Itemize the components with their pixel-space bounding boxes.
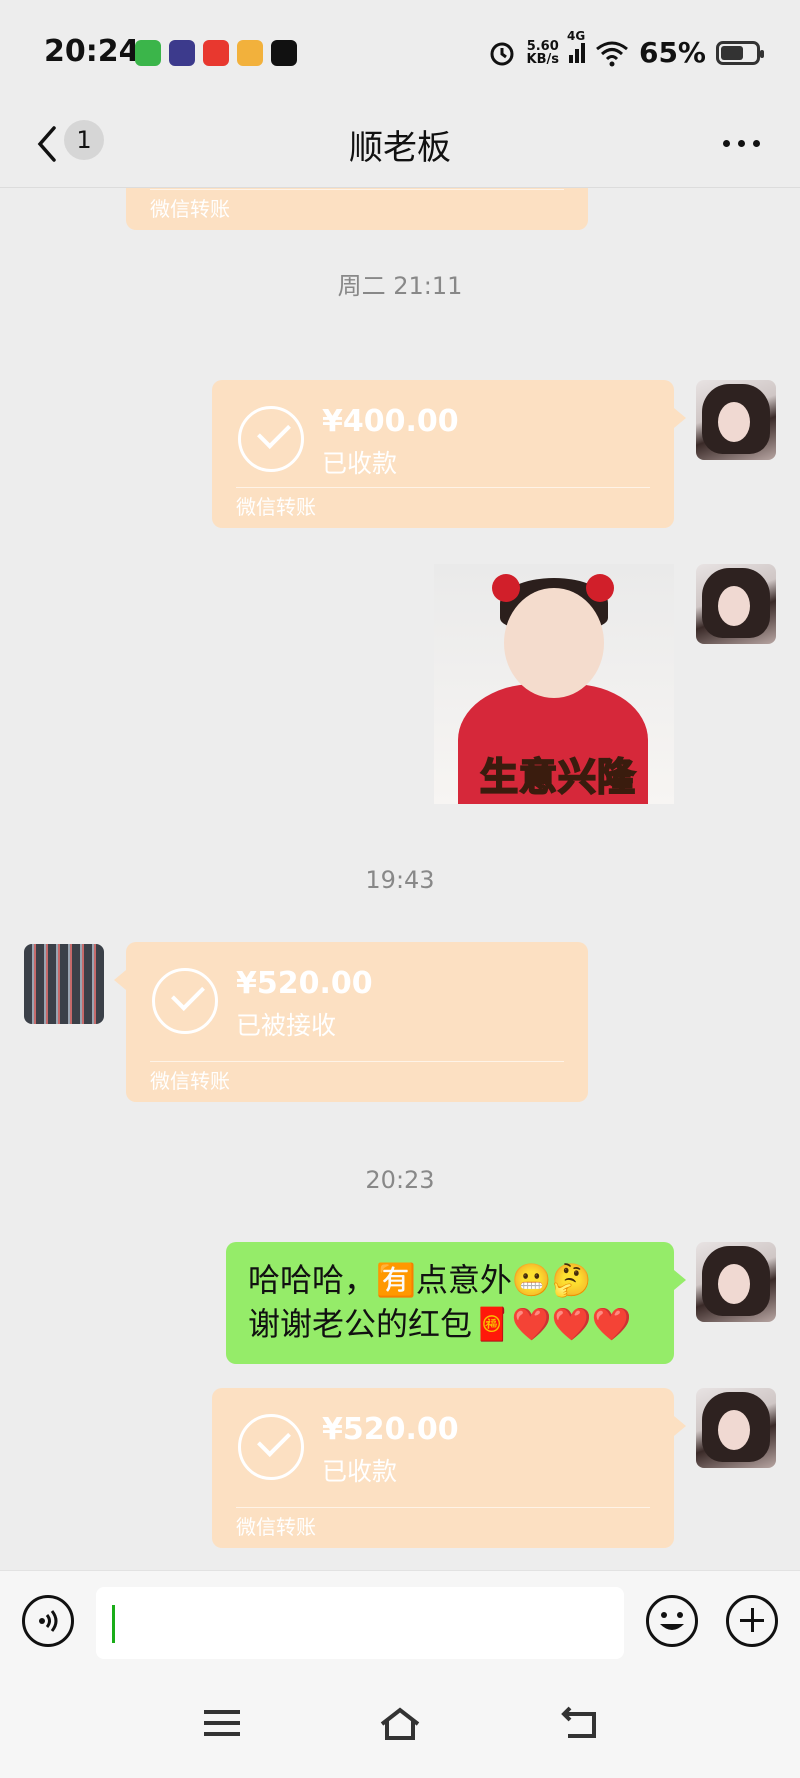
timestamp: 19:43 [365,866,435,894]
timestamp: 周二 21:11 [337,272,463,300]
status-time: 20:24 [44,34,140,69]
network-speed-value: 5.60 [526,38,559,54]
text-caret [112,1605,115,1643]
network-speed-unit: KB/s [526,51,559,67]
home-icon[interactable] [378,1706,422,1742]
status-bar: 20:24 5.60 KB/s 4G 65% [0,0,800,100]
more-options-icon[interactable] [723,140,760,147]
transfer-footer: 微信转账 [236,1515,316,1539]
my-avatar[interactable] [696,1388,776,1468]
sticker-message[interactable]: 生意兴隆 [434,564,674,804]
input-bar [0,1570,800,1672]
text-message-line: 哈哈哈，🈶点意外😬🤔 [248,1261,592,1299]
transfer-amount: ¥520.00 [322,1412,459,1447]
text-message-line: 谢谢老公的红包🧧❤️❤️❤️ [248,1305,632,1343]
camera-app-icon [237,40,263,66]
alarm-icon [490,42,513,65]
transfer-message[interactable]: ¥400.00 已收款 微信转账 [212,380,686,528]
shopping-app-icon [203,40,229,66]
video-app-icon [135,40,161,66]
transfer-divider [150,1061,564,1062]
emoji-button[interactable] [646,1595,698,1647]
message-input[interactable] [96,1587,624,1659]
transfer-divider [150,189,564,190]
check-icon [238,406,304,472]
transfer-message[interactable]: ¥520.00 已被接收 微信转账 [114,942,588,1102]
battery-percent: 65% [638,36,706,69]
transfer-footer: 微信转账 [236,495,316,519]
contact-avatar[interactable] [24,944,104,1024]
signal-icon: 4G [567,29,585,63]
player-app-icon [169,40,195,66]
network-type: 4G [566,28,586,43]
sticker-bow [586,574,614,602]
chat-title: 顺老板 [349,128,451,168]
transfer-status: 已收款 [322,1457,398,1486]
transfer-amount: ¥520.00 [236,966,373,1001]
smiley-icon [660,1612,684,1630]
sticker-face [504,588,604,698]
wifi-icon [596,41,628,66]
transfer-divider [236,1507,650,1508]
transfer-status: 已收款 [322,449,398,478]
check-icon [238,1414,304,1480]
timestamp: 20:23 [365,1166,435,1194]
editor-app-icon [271,40,297,66]
transfer-amount: ¥400.00 [322,404,459,439]
transfer-message-partial[interactable]: 微信转账 [126,188,588,230]
transfer-footer: 微信转账 [150,1069,230,1093]
my-avatar[interactable] [696,1242,776,1322]
my-avatar[interactable] [696,380,776,460]
system-navigation-bar [0,1672,800,1778]
sticker-caption: 生意兴隆 [479,754,637,800]
voice-input-button[interactable] [22,1595,74,1647]
transfer-divider [236,487,650,488]
unread-badge[interactable]: 1 [64,120,104,160]
sticker-bow [492,574,520,602]
text-message[interactable]: 哈哈哈，🈶点意外😬🤔 谢谢老公的红包🧧❤️❤️❤️ [226,1242,686,1364]
back-icon[interactable] [560,1706,598,1740]
network-speed: 5.60 KB/s [527,40,559,66]
my-avatar[interactable] [696,564,776,644]
message-list[interactable]: 微信转账 周二 21:11 ¥400.00 已收款 微信转账 生意兴隆 19:4… [0,188,800,1570]
transfer-status: 已被接收 [236,1011,337,1040]
transfer-footer: 微信转账 [150,197,230,221]
chat-header: 顺老板 [0,100,800,188]
check-icon [152,968,218,1034]
voice-icon [39,1610,58,1632]
more-functions-button[interactable] [726,1595,778,1647]
notification-icons [135,40,297,66]
transfer-message[interactable]: ¥520.00 已收款 微信转账 [212,1388,686,1548]
menu-icon[interactable] [204,1708,240,1738]
battery-icon [716,40,764,65]
